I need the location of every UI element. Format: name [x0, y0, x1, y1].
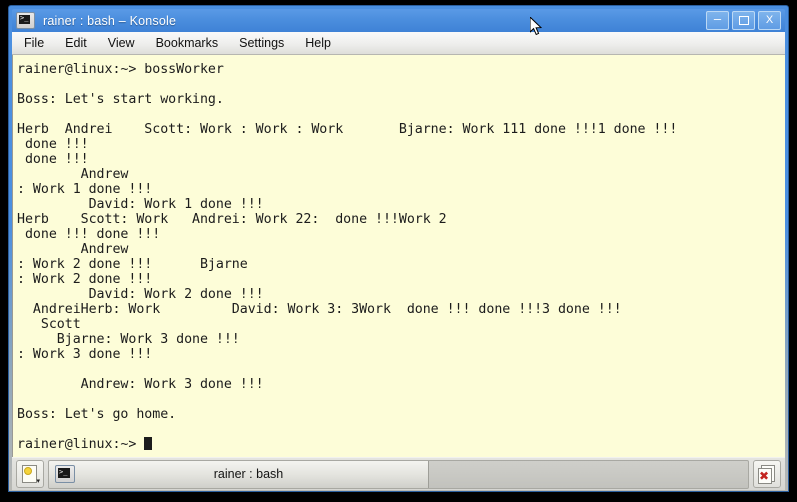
- konsole-window: rainer : bash – Konsole – X File Edit Vi…: [8, 5, 789, 492]
- terminal-line: Boss: Let's start working.: [17, 92, 224, 107]
- new-session-dot-icon: [24, 467, 32, 475]
- tab-rainer-bash[interactable]: rainer : bash: [49, 460, 429, 488]
- terminal-line: : Work 1 done !!!: [17, 182, 153, 197]
- terminal-line: Boss: Let's go home.: [17, 407, 177, 422]
- maximize-button[interactable]: [732, 11, 755, 30]
- terminal-icon: [55, 465, 75, 483]
- window-controls: – X: [706, 11, 783, 30]
- menu-item-edit[interactable]: Edit: [65, 34, 98, 52]
- terminal-line: Andrew: [17, 242, 129, 257]
- close-icon: X: [765, 14, 774, 26]
- close-session-button[interactable]: ✖: [753, 460, 781, 488]
- menu-item-file[interactable]: File: [24, 34, 55, 52]
- menu-item-view[interactable]: View: [108, 34, 146, 52]
- tab-strip: rainer : bash: [48, 459, 749, 489]
- title-bar[interactable]: rainer : bash – Konsole – X: [12, 9, 785, 32]
- minimize-icon: –: [713, 11, 722, 26]
- menu-bar: File Edit View Bookmarks Settings Help: [12, 32, 785, 55]
- minimize-button[interactable]: –: [706, 11, 729, 30]
- menu-item-bookmarks[interactable]: Bookmarks: [156, 34, 230, 52]
- maximize-icon: [733, 12, 754, 29]
- terminal-cursor: [144, 437, 153, 450]
- close-button[interactable]: X: [758, 11, 781, 30]
- terminal-line: Herb Scott: Work Andrei: Work 22: done !…: [17, 212, 447, 227]
- tab-label: rainer : bash: [213, 467, 284, 481]
- terminal-line: Andrew: Work 3 done !!!: [17, 377, 264, 392]
- chevron-down-icon: ▾: [36, 478, 40, 485]
- terminal-line: : Work 3 done !!!: [17, 347, 153, 362]
- terminal-line: Herb Andrei Scott: Work : Work : Work Bj…: [17, 122, 678, 137]
- terminal-line: David: Work 1 done !!!: [17, 197, 264, 212]
- terminal-line: : Work 2 done !!! Bjarne: [17, 257, 248, 272]
- terminal-line: AndreiHerb: Work David: Work 3: 3Work do…: [17, 302, 622, 317]
- terminal-viewport[interactable]: rainer@linux:~> bossWorker Boss: Let's st…: [12, 55, 785, 457]
- window-terminal-icon: [16, 12, 35, 29]
- terminal-output: rainer@linux:~> bossWorker Boss: Let's st…: [13, 55, 677, 452]
- terminal-line: done !!!: [17, 137, 89, 152]
- terminal-line: rainer@linux:~>: [17, 437, 677, 452]
- terminal-line: Scott: [17, 317, 81, 332]
- tab-bar: ▾ rainer : bash ✖: [12, 457, 785, 490]
- menu-item-settings[interactable]: Settings: [239, 34, 295, 52]
- terminal-line: rainer@linux:~> bossWorker: [17, 62, 224, 77]
- terminal-line: : Work 2 done !!!: [17, 272, 153, 287]
- close-session-x-icon: ✖: [759, 469, 770, 483]
- new-session-button[interactable]: ▾: [16, 460, 44, 488]
- menu-item-help[interactable]: Help: [305, 34, 342, 52]
- terminal-line: done !!! done !!!: [17, 227, 161, 242]
- terminal-line: David: Work 2 done !!!: [17, 287, 264, 302]
- terminal-line: done !!!: [17, 152, 89, 167]
- terminal-line: Bjarne: Work 3 done !!!: [17, 332, 240, 347]
- window-title: rainer : bash – Konsole: [43, 13, 177, 28]
- terminal-line: Andrew: [17, 167, 129, 182]
